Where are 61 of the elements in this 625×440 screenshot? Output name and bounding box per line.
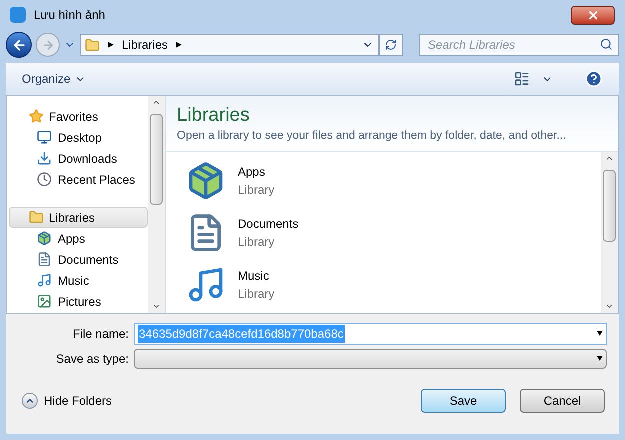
library-name: Documents — [238, 216, 299, 234]
address-bar[interactable]: Libraries — [80, 34, 379, 56]
file-name-label: File name: — [72, 326, 130, 343]
window-title: Lưu hình ảnh — [34, 7, 106, 24]
package-icon — [37, 231, 52, 246]
breadcrumb-item[interactable]: Libraries — [122, 36, 168, 54]
library-name: Apps — [238, 164, 266, 182]
content-description: Open a library to see your files and arrange them by folder, date, and other... — [177, 129, 568, 144]
save-button[interactable]: Save — [421, 389, 506, 413]
download-icon — [37, 151, 52, 166]
library-item[interactable]: Documents Library — [186, 210, 315, 256]
scroll-down-icon[interactable] — [152, 302, 161, 311]
close-button[interactable] — [571, 6, 615, 24]
clock-icon — [37, 172, 52, 187]
nav-section-header[interactable]: Favorites — [9, 106, 148, 127]
content-title: Libraries — [177, 104, 251, 128]
folder-icon — [29, 210, 44, 225]
folder-icon — [85, 38, 100, 52]
nav-item[interactable]: Apps — [7, 228, 148, 249]
app-logo-icon — [10, 7, 26, 23]
nav-item[interactable]: Music — [7, 270, 148, 291]
search-field[interactable]: Search Libraries — [419, 34, 619, 56]
nav-item[interactable]: Downloads — [7, 148, 148, 169]
save-type-dropdown[interactable] — [134, 349, 607, 369]
scroll-down-icon[interactable] — [605, 302, 614, 311]
scrollbar-thumb[interactable] — [150, 114, 163, 205]
forward-arrow-icon — [42, 38, 54, 52]
library-type: Library — [238, 234, 276, 252]
nav-item[interactable]: Recent Places — [7, 169, 148, 190]
breadcrumb-arrow-icon — [176, 42, 182, 48]
refresh-button[interactable] — [379, 34, 403, 56]
monitor-icon — [37, 130, 52, 145]
scrollbar-thumb[interactable] — [603, 170, 616, 242]
view-options-icon[interactable] — [514, 71, 530, 87]
library-item[interactable]: Music Library — [186, 262, 291, 308]
library-name: Music — [238, 268, 270, 286]
save-type-label: Save as type: — [55, 351, 130, 368]
document-icon — [37, 252, 52, 267]
picture-frame-icon — [37, 294, 52, 309]
search-icon[interactable] — [600, 38, 613, 51]
library-type: Library — [238, 182, 275, 200]
cancel-button[interactable]: Cancel — [520, 389, 605, 413]
star-icon — [29, 109, 44, 124]
refresh-icon — [385, 39, 397, 51]
music-note-icon — [37, 273, 52, 288]
library-item[interactable]: Apps Library — [186, 158, 291, 204]
library-type: Library — [238, 286, 275, 304]
organize-button[interactable]: Organize — [22, 70, 86, 88]
close-icon — [586, 8, 600, 22]
nav-item[interactable]: Desktop — [7, 127, 148, 148]
help-icon[interactable] — [585, 70, 603, 88]
nav-item[interactable]: Documents — [7, 249, 148, 270]
hide-folders-button[interactable]: Hide Folders — [22, 392, 112, 410]
dropdown-arrow-icon — [597, 331, 603, 337]
dropdown-arrow-icon — [597, 356, 603, 362]
nav-section-header[interactable]: Libraries — [9, 207, 148, 228]
back-button[interactable] — [6, 32, 32, 58]
breadcrumb-arrow-icon — [108, 42, 114, 48]
nav-item[interactable]: Pictures — [7, 291, 148, 312]
scroll-up-icon[interactable] — [152, 98, 161, 107]
chevron-up-icon — [25, 396, 35, 406]
